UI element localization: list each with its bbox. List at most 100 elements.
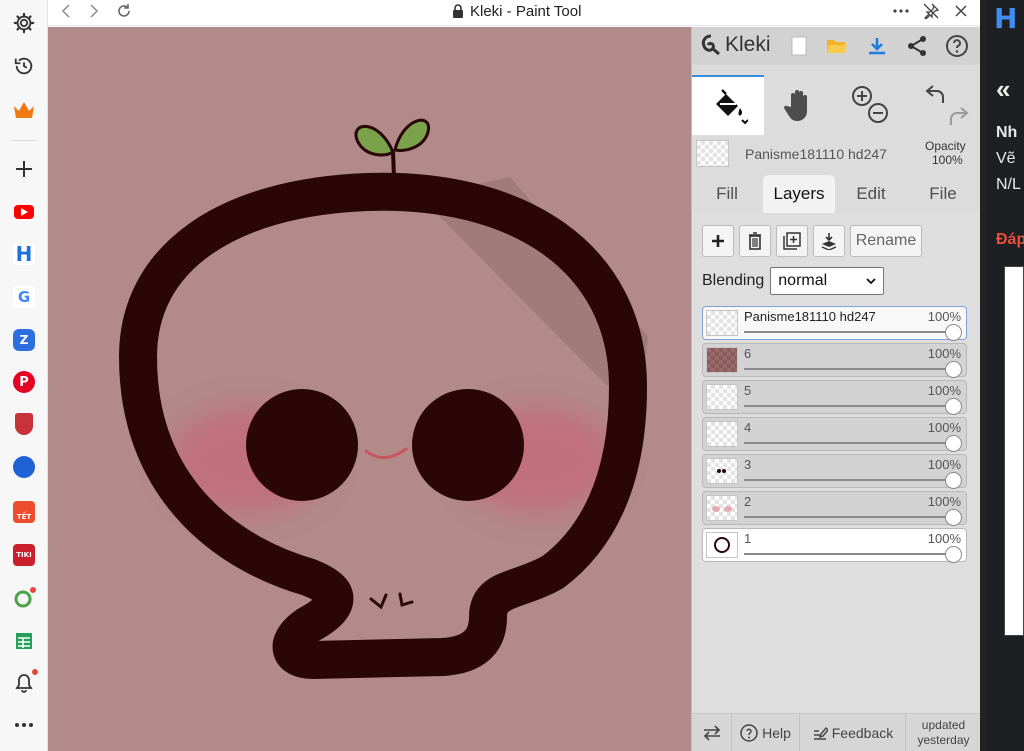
crown-icon[interactable] (9, 95, 39, 125)
sidebar-divider (11, 140, 37, 141)
layer-opacity: 100% (927, 383, 961, 398)
layer-thumbnail (706, 458, 738, 484)
layer-item-0[interactable]: Panisme181110 hd247 100% (702, 306, 967, 341)
browser-sidebar: H G Z P TẾT TIKI (0, 0, 48, 751)
merge-layer-button[interactable] (813, 225, 845, 257)
page-text-line-3: N/L (996, 176, 1021, 193)
layer-opacity-slider[interactable] (945, 546, 962, 563)
page-text-line-1: Nh (996, 124, 1018, 141)
updated-line-1: updated (921, 718, 966, 732)
layer-opacity: 100% (927, 531, 961, 546)
screen: H G Z P TẾT TIKI Kleki - Paint Tool Klek… (0, 0, 1024, 751)
blending-select[interactable]: normal (770, 267, 885, 295)
shield-icon[interactable] (9, 409, 39, 439)
layer-name: 1 (744, 531, 752, 546)
leaf-left (354, 124, 395, 157)
layer-name: 6 (744, 346, 752, 361)
more-horizontal-icon[interactable] (890, 0, 912, 22)
duplicate-layer-button[interactable] (776, 225, 808, 257)
chevron-right-icon[interactable] (84, 0, 104, 22)
panel-tabs: Fill Layers Edit File (692, 175, 981, 213)
bell-icon[interactable] (9, 668, 39, 698)
layer-item-5[interactable]: 2 100% (702, 491, 967, 526)
swap-side-button[interactable] (692, 714, 732, 751)
updated-status[interactable]: updated yesterday (906, 714, 981, 751)
h-logo-icon[interactable]: H (9, 239, 39, 269)
paint-bucket-tool[interactable] (692, 75, 764, 135)
close-icon[interactable] (950, 0, 972, 22)
reload-icon[interactable] (114, 0, 134, 22)
page-logo[interactable]: H (994, 2, 1024, 40)
shopee-icon[interactable]: TẾT (9, 497, 39, 527)
delete-layer-button[interactable] (739, 225, 771, 257)
tab-file[interactable]: File (907, 175, 979, 213)
google-icon[interactable]: G (9, 282, 39, 312)
layer-item-3[interactable]: 4 100% (702, 417, 967, 452)
layer-opacity-slider[interactable] (945, 361, 962, 378)
page-chevrons[interactable]: « (996, 74, 1010, 105)
sheets-icon[interactable] (9, 626, 39, 656)
drawing-canvas[interactable] (48, 27, 691, 751)
window-title: Kleki - Paint Tool (452, 0, 581, 22)
chevron-left-icon[interactable] (56, 0, 76, 22)
layer-opacity: 100% (927, 346, 961, 361)
help-icon (740, 724, 758, 742)
download-icon[interactable] (864, 33, 890, 59)
layer-opacity-slider[interactable] (945, 472, 962, 489)
layer-opacity-track (744, 553, 958, 555)
more-icon[interactable] (9, 710, 39, 740)
zoom-tool[interactable] (834, 75, 906, 135)
app-window: Kleki - Paint Tool Kleki Panisme181110 h… (48, 0, 981, 751)
layer-name: 2 (744, 494, 752, 509)
layer-name: Panisme181110 hd247 (744, 309, 876, 324)
history-icon[interactable] (9, 51, 39, 81)
layer-item-4[interactable]: 3 100% (702, 454, 967, 489)
undo-redo-tool[interactable] (906, 75, 981, 135)
tab-edit[interactable]: Edit (835, 175, 907, 213)
layer-item-1[interactable]: 6 100% (702, 343, 967, 378)
panel-header: Kleki (692, 27, 981, 65)
hand-tool[interactable] (764, 75, 834, 135)
layer-name: 4 (744, 420, 752, 435)
eyes-thumbnail-icon (717, 469, 726, 473)
open-folder-icon[interactable] (824, 33, 850, 59)
layer-thumbnail (706, 347, 738, 373)
layer-name: 3 (744, 457, 752, 472)
add-layer-button[interactable] (702, 225, 734, 257)
kleki-logo[interactable]: Kleki (700, 33, 771, 57)
blue-app-icon[interactable] (9, 452, 39, 482)
youtube-icon[interactable] (9, 197, 39, 227)
tiki-icon[interactable]: TIKI (9, 540, 39, 570)
pinterest-icon[interactable]: P (9, 367, 39, 397)
trash-icon (749, 232, 761, 250)
layer-opacity: 100% (927, 309, 961, 324)
feedback-label: Feedback (831, 725, 894, 741)
layer-opacity: 100% (927, 420, 961, 435)
layer-item-2[interactable]: 5 100% (702, 380, 967, 415)
layer-thumbnail (706, 421, 738, 447)
zalo-icon[interactable]: Z (9, 325, 39, 355)
tab-layers[interactable]: Layers (763, 175, 835, 213)
layer-opacity-slider[interactable] (945, 398, 962, 415)
feedback-button[interactable]: Feedback (800, 714, 906, 751)
new-file-icon[interactable] (786, 33, 812, 59)
opacity-label: Opacity (925, 139, 966, 153)
layer-opacity-slider[interactable] (945, 435, 962, 452)
window-title-text: Kleki - Paint Tool (470, 2, 582, 20)
green-app-icon[interactable] (9, 583, 39, 613)
share-icon[interactable] (904, 33, 930, 59)
tab-fill[interactable]: Fill (692, 175, 762, 213)
mouth (364, 447, 408, 459)
plus-icon[interactable] (9, 154, 39, 184)
tooth-mark-right (398, 592, 414, 607)
gear-icon[interactable] (9, 8, 39, 38)
help-icon[interactable] (944, 33, 970, 59)
layer-name: 5 (744, 383, 752, 398)
leaf-right (393, 118, 431, 152)
layer-item-6[interactable]: 1 100% (702, 528, 967, 563)
layer-opacity-slider[interactable] (945, 509, 962, 526)
layer-opacity-slider[interactable] (945, 324, 962, 341)
help-button[interactable]: Help (732, 714, 800, 751)
rename-layer-button[interactable]: Rename (850, 225, 922, 257)
unpin-icon[interactable] (920, 0, 942, 22)
